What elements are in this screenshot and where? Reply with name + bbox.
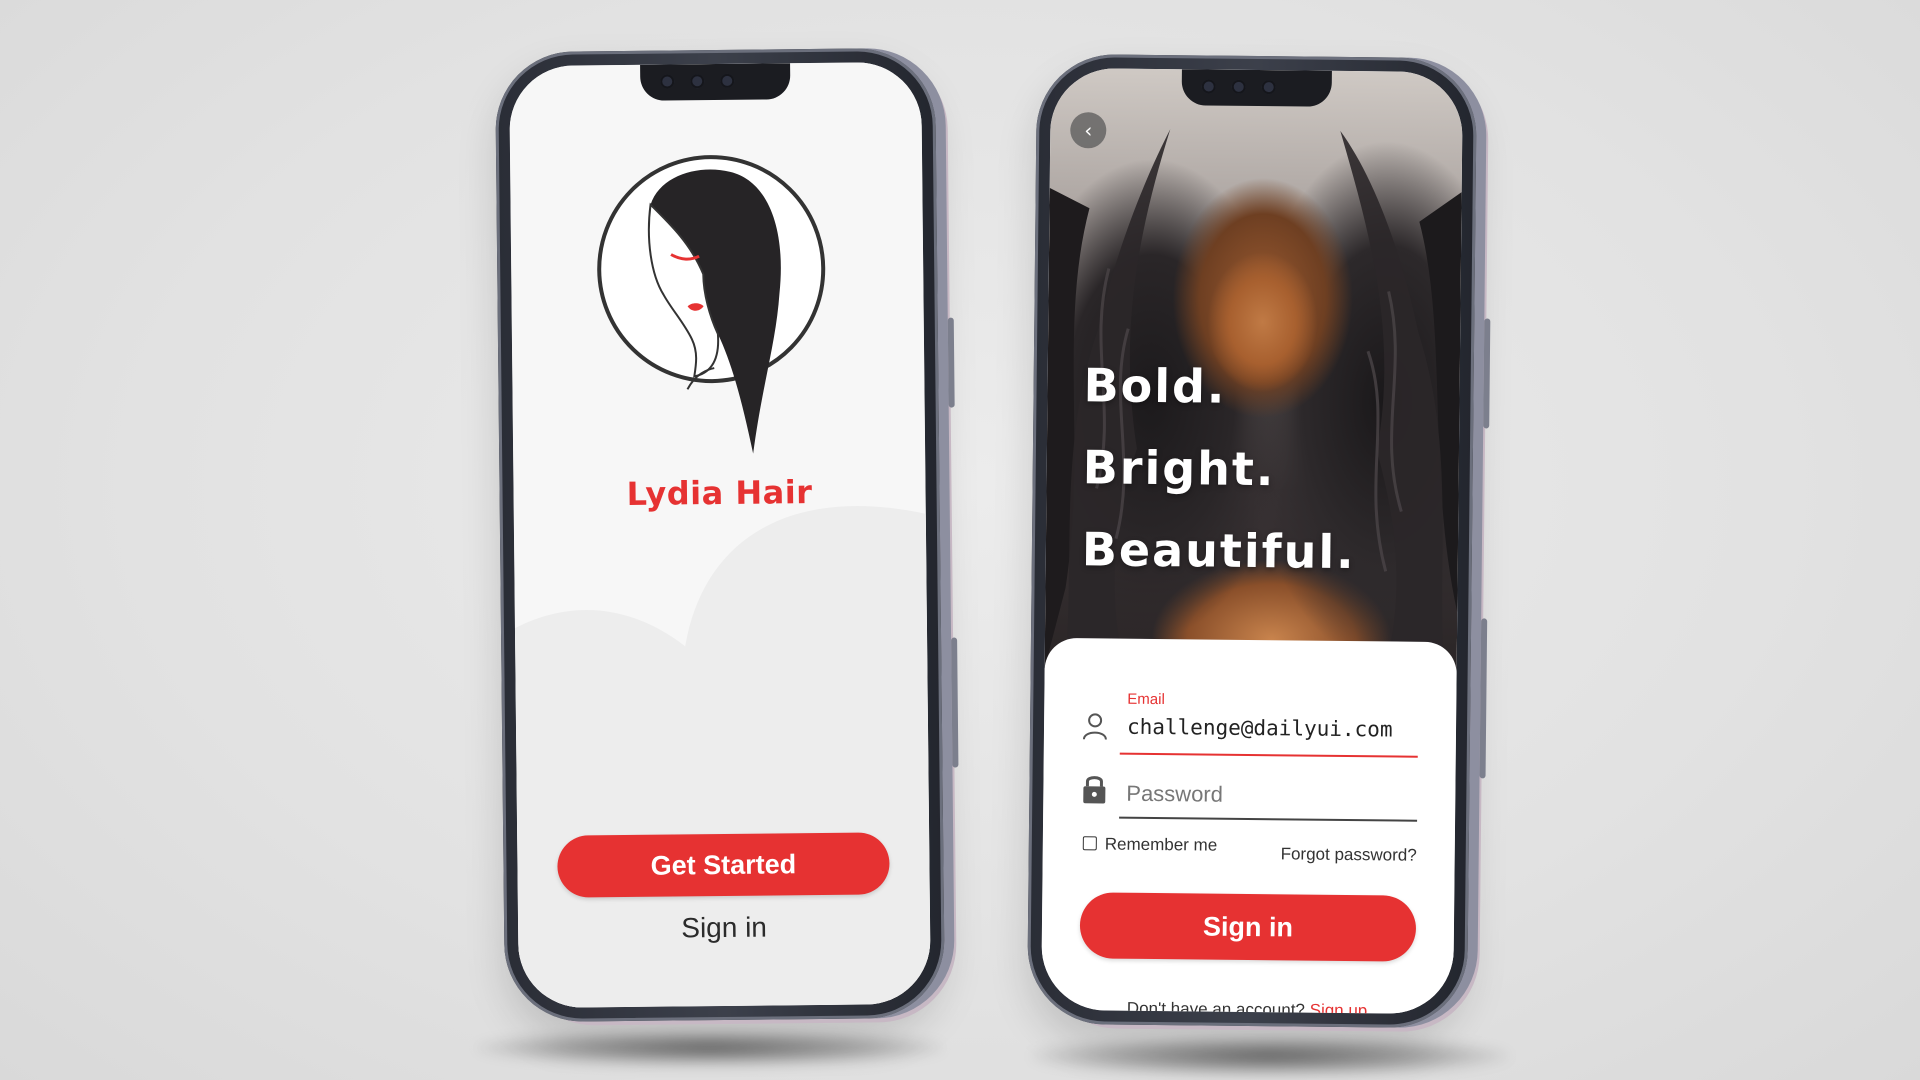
brand-name: Lydia Hair xyxy=(626,473,813,513)
get-started-button[interactable]: Get Started xyxy=(557,832,890,898)
signin-card: Email challenge@dailyui.com Password Rem… xyxy=(1041,637,1457,1015)
no-account-text: Don't have an account? xyxy=(1126,998,1306,1015)
signin-screen: ‹ Bold. Bright. Beautiful. Email challen… xyxy=(1041,67,1463,1015)
side-button xyxy=(1483,318,1491,429)
phone-welcome: Lydia Hair Get Started Sign in xyxy=(494,47,959,1023)
woman-silhouette-logo-icon xyxy=(590,143,833,465)
email-label: Email xyxy=(1127,690,1165,709)
sensor-icon xyxy=(690,74,705,89)
password-field[interactable]: Password xyxy=(1126,781,1223,808)
email-underline xyxy=(1119,752,1418,758)
back-button[interactable]: ‹ xyxy=(1070,112,1107,149)
tagline-line-2: Bright. xyxy=(1082,440,1276,497)
phone-shadow-right xyxy=(1030,1036,1510,1076)
user-icon xyxy=(1082,713,1107,740)
chevron-left-icon: ‹ xyxy=(1084,118,1093,143)
sensor-icon xyxy=(1231,79,1246,94)
remember-me-label: Remember me xyxy=(1104,834,1218,855)
phone-signin: ‹ Bold. Bright. Beautiful. Email challen… xyxy=(1026,53,1491,1029)
sign-up-prompt: Don't have an account? Sign up xyxy=(1041,998,1453,1014)
camera-icon xyxy=(660,74,675,89)
notch xyxy=(1181,69,1332,107)
sign-up-link[interactable]: Sign up xyxy=(1310,1001,1368,1015)
tagline-line-3: Beautiful. xyxy=(1081,522,1356,580)
phone-shadow-left xyxy=(475,1030,945,1066)
side-button xyxy=(951,637,959,768)
welcome-screen: Lydia Hair Get Started Sign in xyxy=(509,61,931,1009)
side-button xyxy=(947,317,955,408)
camera-icon xyxy=(1201,79,1216,94)
email-field[interactable]: challenge@dailyui.com xyxy=(1127,715,1393,742)
password-underline xyxy=(1119,816,1418,822)
tagline-line-1: Bold. xyxy=(1083,358,1227,414)
notch xyxy=(640,63,791,101)
lock-icon xyxy=(1083,776,1106,804)
side-button xyxy=(1479,618,1488,779)
sign-in-button[interactable]: Sign in xyxy=(1079,892,1417,962)
remember-me-checkbox[interactable] xyxy=(1082,836,1097,851)
forgot-password-link[interactable]: Forgot password? xyxy=(1281,844,1417,865)
sensor-icon xyxy=(1261,80,1276,95)
sign-in-link[interactable]: Sign in xyxy=(518,910,930,946)
sensor-icon xyxy=(720,73,735,88)
